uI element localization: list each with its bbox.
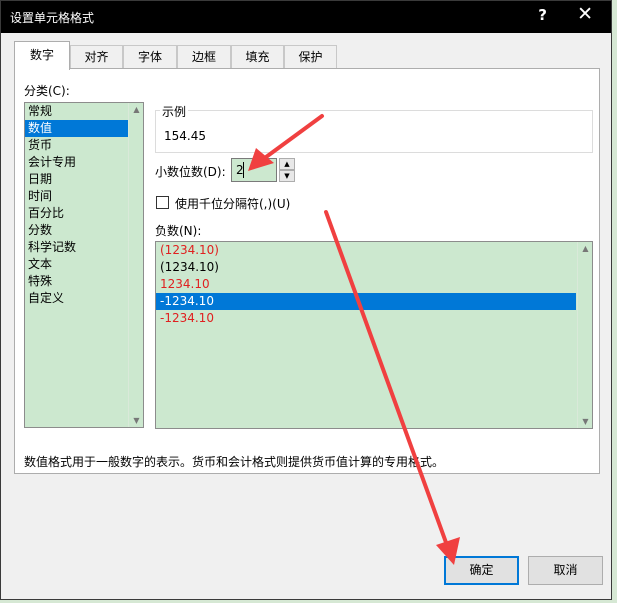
- negative-numbers-label: 负数(N):: [155, 224, 202, 238]
- format-cells-dialog: 设置单元格格式 ? ✕ 数字 对齐 字体 边框 填充 保护 分类(C): 常规 …: [0, 0, 612, 600]
- text-caret: [243, 162, 244, 178]
- category-item[interactable]: 特殊: [25, 273, 143, 290]
- negative-option[interactable]: (1234.10): [156, 259, 576, 276]
- category-item[interactable]: 货币: [25, 137, 143, 154]
- tab-border[interactable]: 边框: [177, 45, 231, 69]
- category-item[interactable]: 时间: [25, 188, 143, 205]
- scroll-up-icon[interactable]: ▲: [129, 105, 144, 114]
- tab-protection[interactable]: 保护: [284, 45, 337, 69]
- category-item-selected[interactable]: 数值: [25, 120, 129, 137]
- spin-up-button[interactable]: ▲: [279, 158, 295, 170]
- category-list[interactable]: 常规 数值 货币 会计专用 日期 时间 百分比 分数 科学记数 文本 特殊 自定…: [24, 102, 144, 428]
- decimal-places-input[interactable]: 2: [231, 158, 277, 182]
- negative-scrollbar[interactable]: ▲ ▼: [577, 242, 592, 428]
- tab-fill[interactable]: 填充: [231, 45, 284, 69]
- sample-legend: 示例: [160, 103, 189, 120]
- ok-button[interactable]: 确定: [444, 556, 519, 585]
- format-description: 数值格式用于一般数字的表示。货币和会计格式则提供货币值计算的专用格式。: [24, 455, 445, 469]
- tab-font[interactable]: 字体: [123, 45, 177, 69]
- category-item[interactable]: 百分比: [25, 205, 143, 222]
- negative-option-selected[interactable]: -1234.10: [156, 293, 576, 310]
- scroll-down-icon[interactable]: ▼: [578, 417, 593, 426]
- category-item[interactable]: 科学记数: [25, 239, 143, 256]
- number-tab-panel: 分类(C): 常规 数值 货币 会计专用 日期 时间 百分比 分数 科学记数 文…: [14, 68, 600, 474]
- negative-option[interactable]: (1234.10): [156, 242, 576, 259]
- help-button[interactable]: ?: [538, 6, 547, 24]
- category-item[interactable]: 文本: [25, 256, 143, 273]
- scroll-down-icon[interactable]: ▼: [129, 416, 144, 425]
- category-scrollbar[interactable]: ▲ ▼: [128, 103, 143, 427]
- spin-down-button[interactable]: ▼: [279, 170, 295, 182]
- scroll-up-icon[interactable]: ▲: [578, 244, 593, 253]
- category-item[interactable]: 常规: [25, 103, 143, 120]
- negative-option[interactable]: -1234.10: [156, 310, 576, 327]
- title-bar[interactable]: 设置单元格格式 ? ✕: [1, 1, 611, 33]
- negative-numbers-list[interactable]: (1234.10) (1234.10) 1234.10 -1234.10 -12…: [155, 241, 593, 429]
- decimal-places-label: 小数位数(D):: [155, 165, 226, 179]
- tab-alignment[interactable]: 对齐: [70, 45, 123, 69]
- dialog-title: 设置单元格格式: [10, 11, 95, 25]
- cancel-button[interactable]: 取消: [528, 556, 603, 585]
- thousands-separator-label[interactable]: 使用千位分隔符(,)(U): [175, 195, 290, 212]
- close-button[interactable]: ✕: [577, 3, 593, 25]
- negative-option[interactable]: 1234.10: [156, 276, 576, 293]
- sample-group: 154.45: [155, 110, 593, 153]
- sample-value: 154.45: [164, 129, 206, 143]
- thousands-separator-checkbox[interactable]: [156, 196, 169, 209]
- category-item[interactable]: 自定义: [25, 290, 143, 307]
- category-label: 分类(C):: [24, 84, 70, 98]
- category-item[interactable]: 分数: [25, 222, 143, 239]
- category-item[interactable]: 日期: [25, 171, 143, 188]
- category-item[interactable]: 会计专用: [25, 154, 143, 171]
- tab-number[interactable]: 数字: [14, 41, 70, 70]
